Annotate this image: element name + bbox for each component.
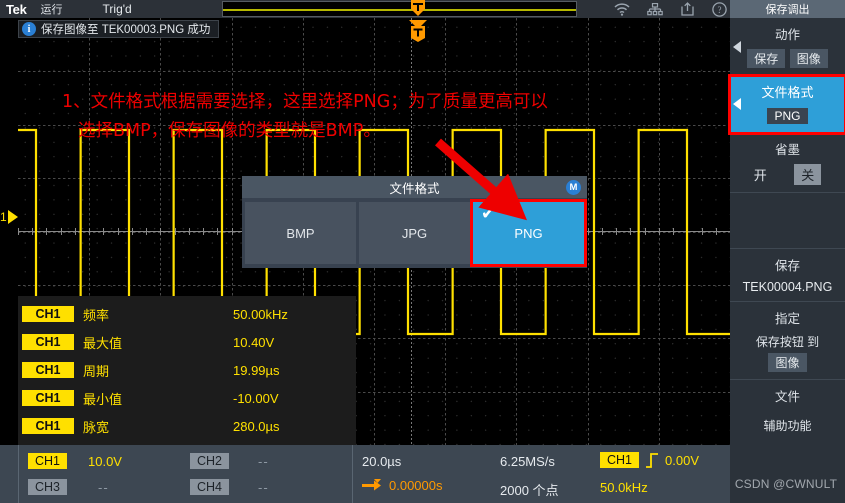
- save-notification-text: 保存图像至 TEK00003.PNG 成功: [41, 24, 211, 36]
- status-trigger-position: 0.00000s: [389, 478, 443, 493]
- side-menu: 动作 保存 图像 文件格式 PNG 省墨 开 关 保存 TEK00004.PNG…: [728, 18, 845, 503]
- divider: [352, 445, 353, 503]
- table-row[interactable]: CH1 频率 50.00kHz: [22, 300, 356, 328]
- sidebar-item-assign-label: 指定: [774, 312, 800, 326]
- measurement-name: 最大值: [83, 335, 123, 351]
- rising-edge-icon: [646, 453, 659, 468]
- measurement-channel-badge: CH1: [22, 418, 74, 434]
- ch1-marker-triangle-icon: [7, 210, 18, 224]
- top-icon-group: ?: [614, 0, 727, 18]
- status-sample-rate: 6.25MS/s: [500, 454, 555, 469]
- status-ch1-scale: 10.0V: [88, 454, 122, 469]
- sidebar-item-assign[interactable]: 指定 保存按钮 到 图像: [730, 302, 845, 380]
- run-state-label: 运行: [40, 4, 63, 16]
- sidebar-assign-sub: 保存按钮 到: [755, 335, 820, 349]
- status-record-length: 2000 个点: [500, 483, 559, 498]
- sidebar-item-ink-saver[interactable]: 省墨 开 关: [730, 133, 845, 193]
- sidebar-item-action[interactable]: 动作 保存 图像: [730, 18, 845, 76]
- chevron-left-icon: [733, 40, 741, 53]
- status-ch2-scale: --: [258, 454, 269, 469]
- sidebar-item-file-format[interactable]: 文件格式 PNG: [728, 74, 845, 135]
- svg-text:?: ?: [718, 5, 722, 15]
- status-ch4-badge[interactable]: CH4: [190, 479, 230, 495]
- measurement-name: 频率: [83, 307, 110, 323]
- chevron-left-icon: [733, 98, 741, 110]
- sidebar-item-file-format-value[interactable]: PNG: [767, 108, 808, 124]
- measurement-value: 10.40V: [233, 334, 275, 350]
- status-ch4-scale: --: [258, 480, 269, 495]
- sidebar-save-filename: TEK00004.PNG: [742, 280, 833, 294]
- measurement-name: 周期: [83, 363, 110, 379]
- format-option-png-label: PNG: [514, 225, 543, 241]
- format-option-jpg-label: JPG: [401, 225, 428, 241]
- sidebar-item-save[interactable]: 保存 TEK00004.PNG: [730, 249, 845, 302]
- sidebar-assign-value[interactable]: 图像: [768, 353, 807, 372]
- status-ch3-badge[interactable]: CH3: [28, 479, 68, 495]
- sidebar-item-action-value-b[interactable]: 图像: [789, 49, 828, 68]
- info-icon: i: [22, 22, 36, 36]
- trigger-state-label: Trig'd: [102, 2, 132, 16]
- measurement-name: 最小值: [83, 391, 123, 407]
- sidebar-item-file[interactable]: 文件 辅助功能: [730, 380, 845, 441]
- help-icon[interactable]: ?: [712, 1, 727, 17]
- status-timebase: 20.0µs: [362, 454, 402, 469]
- annotation-line-1: 1、文件格式根据需要选择，这里选择PNG；为了质量更高可以: [62, 92, 548, 112]
- ink-saver-off-option[interactable]: 关: [794, 164, 822, 185]
- table-row[interactable]: CH1 周期 19.99µs: [22, 356, 356, 384]
- sidebar-spacer: [730, 193, 845, 249]
- status-trigger-frequency: 50.0kHz: [600, 480, 648, 495]
- ink-saver-toggle[interactable]: 开 关: [734, 164, 841, 185]
- export-icon[interactable]: [680, 2, 695, 16]
- ch1-marker-label: 1: [0, 210, 7, 224]
- divider: [18, 445, 19, 503]
- sidebar-item-save-label: 保存: [774, 259, 800, 273]
- status-ch3-scale: --: [98, 480, 109, 495]
- status-trigger-source-badge[interactable]: CH1: [600, 452, 640, 468]
- ink-saver-on-option[interactable]: 开: [754, 165, 767, 184]
- oscilloscope-screen: 1 Tek 运行 Trig'd ? 保存调出 i 保存图像至 TEK00003.…: [0, 0, 845, 503]
- sidebar-item-file-format-label: 文件格式: [761, 85, 814, 100]
- trigger-position-marker[interactable]: [409, 20, 427, 42]
- save-notification: i 保存图像至 TEK00003.PNG 成功: [18, 20, 220, 38]
- annotation-arrow-icon: [435, 138, 527, 221]
- tek-logo: Tek: [6, 1, 27, 17]
- save-recall-panel-title: 保存调出: [730, 0, 845, 18]
- measurement-panel: CH1 频率 50.00kHz CH1 最大值 10.40V CH1 周期 19…: [18, 296, 356, 445]
- wifi-icon[interactable]: [614, 2, 630, 16]
- trigger-position-arrow-icon: [362, 478, 381, 490]
- format-option-bmp[interactable]: BMP: [245, 202, 356, 264]
- measurement-channel-badge: CH1: [22, 390, 74, 406]
- annotation-text: 1、文件格式根据需要选择，这里选择PNG；为了质量更高可以 选择BMP，保存图像…: [62, 88, 722, 146]
- overview-strip-trace: [223, 9, 576, 11]
- table-row[interactable]: CH1 脉宽 280.0µs: [22, 412, 356, 440]
- measurement-channel-badge: CH1: [22, 362, 74, 378]
- menu-badge-icon[interactable]: M: [566, 180, 581, 195]
- measurement-value: 50.00kHz: [233, 306, 288, 322]
- status-ch1-badge[interactable]: CH1: [28, 453, 68, 469]
- measurement-channel-badge: CH1: [22, 306, 74, 322]
- annotation-line-2: 选择BMP，保存图像的类型就是BMP。: [78, 121, 381, 141]
- overview-strip[interactable]: [222, 1, 577, 17]
- sidebar-item-ink-saver-label: 省墨: [774, 143, 800, 157]
- format-option-bmp-label: BMP: [286, 225, 315, 241]
- sidebar-file-sub: 辅助功能: [763, 419, 812, 433]
- network-icon[interactable]: [647, 2, 663, 16]
- measurement-value: 280.0µs: [233, 418, 280, 434]
- sidebar-item-action-label: 动作: [774, 28, 800, 42]
- sidebar-item-action-value-a[interactable]: 保存: [747, 49, 786, 68]
- measurement-channel-badge: CH1: [22, 334, 74, 350]
- status-bar: CH1 10.0V CH2 -- CH3 -- CH4 -- 20.0µs 0.…: [0, 445, 730, 503]
- status-ch2-badge[interactable]: CH2: [190, 453, 230, 469]
- measurement-value: -10.00V: [233, 390, 279, 406]
- measurement-value: 19.99µs: [233, 362, 280, 378]
- measurement-name: 脉宽: [83, 419, 110, 435]
- table-row[interactable]: CH1 最大值 10.40V: [22, 328, 356, 356]
- sidebar-item-file-label: 文件: [774, 390, 800, 404]
- table-row[interactable]: CH1 最小值 -10.00V: [22, 384, 356, 412]
- ch1-ground-marker[interactable]: 1: [0, 207, 20, 227]
- trigger-position-marker-top[interactable]: [411, 0, 425, 16]
- status-trigger-level: 0.00V: [665, 452, 699, 468]
